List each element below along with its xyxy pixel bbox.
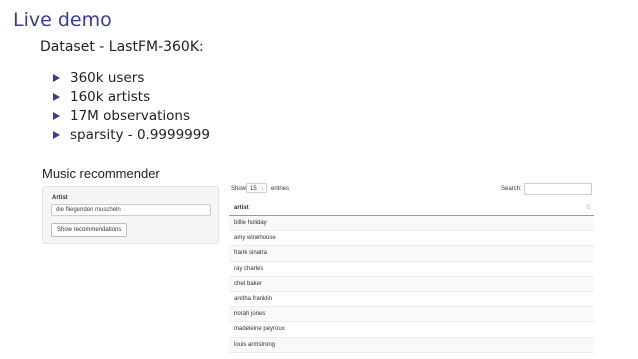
table-row[interactable]: amy winehouse — [229, 231, 594, 247]
table-row[interactable]: aretha franklin — [229, 292, 594, 308]
bullet-triangle-icon — [53, 73, 60, 82]
table-row[interactable]: ray charles — [229, 262, 594, 277]
bullet-text: 17M observations — [70, 107, 190, 124]
sidebar-panel: Artist die fliegenden muscheln Show reco… — [42, 186, 219, 244]
list-item: 160k artists — [53, 87, 210, 106]
column-header-artist[interactable]: artist ⇅ — [229, 201, 594, 216]
sort-icon: ⇅ — [585, 205, 591, 211]
recommendations-table: Show 15 ↕ entries Search: artist ⇅ billi… — [229, 181, 594, 353]
bullet-text: 360k users — [70, 69, 145, 86]
show-label: Show — [231, 186, 247, 192]
table-row[interactable]: billie holiday — [229, 216, 594, 232]
list-item: sparsity - 0.9999999 — [53, 125, 210, 144]
table-row[interactable]: norah jones — [229, 307, 594, 323]
entries-label: entries — [271, 186, 290, 192]
select-arrows-icon: ↕ — [261, 186, 265, 192]
artist-label: Artist — [52, 195, 68, 201]
artist-input[interactable]: die fliegenden muscheln — [51, 204, 211, 216]
list-item: 17M observations — [53, 106, 210, 125]
search-label: Search: — [501, 186, 522, 192]
list-item: 360k users — [53, 68, 210, 87]
table-row[interactable]: frank sinatra — [229, 246, 594, 262]
bullet-text: 160k artists — [70, 88, 151, 105]
bullet-triangle-icon — [53, 130, 60, 139]
table-row[interactable]: louis armstrong — [229, 337, 594, 353]
table-controls: Show 15 ↕ entries Search: — [229, 181, 594, 197]
search-input[interactable] — [524, 183, 592, 195]
app-title: Music recommender — [42, 166, 160, 181]
table-row[interactable]: chet baker — [229, 276, 594, 292]
dataset-stats-list: 360k users 160k artists 17M observations… — [53, 68, 210, 144]
show-recommendations-button[interactable]: Show recommendations — [51, 223, 128, 237]
column-header-label: artist — [234, 205, 249, 211]
entries-length-select[interactable]: 15 ↕ — [246, 183, 267, 193]
table-row[interactable]: madeleine peyroux — [229, 322, 594, 338]
entries-count: 15 — [250, 186, 257, 192]
slide-title: Live demo — [13, 9, 112, 31]
bullet-text: sparsity - 0.9999999 — [70, 126, 210, 143]
bullet-triangle-icon — [53, 111, 60, 120]
dataset-subtitle: Dataset - LastFM-360K: — [40, 39, 204, 55]
bullet-triangle-icon — [53, 92, 60, 101]
